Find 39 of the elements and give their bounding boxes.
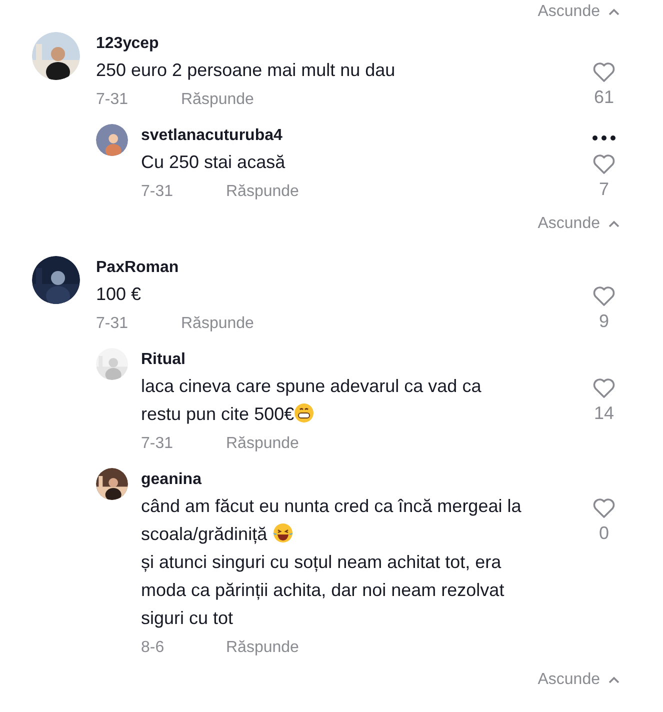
comment-date: 7-31 [141,182,174,202]
chevron-up-icon [608,8,620,16]
reply-link[interactable]: Răspunde [181,88,254,112]
more-options-icon[interactable] [592,135,616,141]
comment-date: 8-6 [141,638,166,658]
comment-text: laca cineva care spune adevarul ca vad ca restu pun cite 500€ [141,375,482,426]
hide-replies-link[interactable]: Ascunde [538,212,620,236]
like-count: 14 [594,402,614,425]
username[interactable]: PaxRoman [96,256,179,280]
comment-date: 7-31 [96,90,130,110]
heart-icon[interactable] [592,61,616,83]
reply-link[interactable]: Răspunde [226,636,299,660]
comment-date: 7-31 [141,434,174,454]
laughing-emoji-icon [272,523,294,543]
like-count: 9 [598,310,609,333]
heart-icon[interactable] [592,497,616,519]
chevron-up-icon [608,220,620,228]
like-count: 0 [598,522,609,545]
reply-link[interactable]: Răspunde [226,180,299,204]
chevron-up-icon [608,676,620,684]
reply-link[interactable]: Răspunde [181,312,254,336]
like-count: 7 [598,178,609,201]
hide-replies-link[interactable]: Ascunde [538,0,620,24]
like-count: 61 [594,86,614,109]
comment-date: 7-31 [96,314,130,334]
comment-text: când am făcut eu nunta cred ca încă mergeai la scoala/grădiniță și atunci singuri cu soțul neam achitat tot, era moda ca părinții achita, dar noi neam rezolvat siguri cu tot [141,495,522,630]
username[interactable]: geanina [141,468,202,492]
grinning-emoji-icon [294,403,314,423]
reply-link[interactable]: Răspunde [226,432,299,456]
comment-text: 100 € [96,283,142,306]
username[interactable]: 123усер [96,32,159,56]
comment-text: 250 euro 2 persoane mai mult nu dau [96,59,396,82]
comment-text: Cu 250 stai acasă [141,151,286,174]
username[interactable]: Ritual [141,348,186,372]
hide-replies-link[interactable]: Ascunde [538,668,620,692]
heart-icon[interactable] [592,377,616,399]
heart-icon[interactable] [592,153,616,175]
username[interactable]: svetlanacuturuba4 [141,124,282,148]
heart-icon[interactable] [592,285,616,307]
